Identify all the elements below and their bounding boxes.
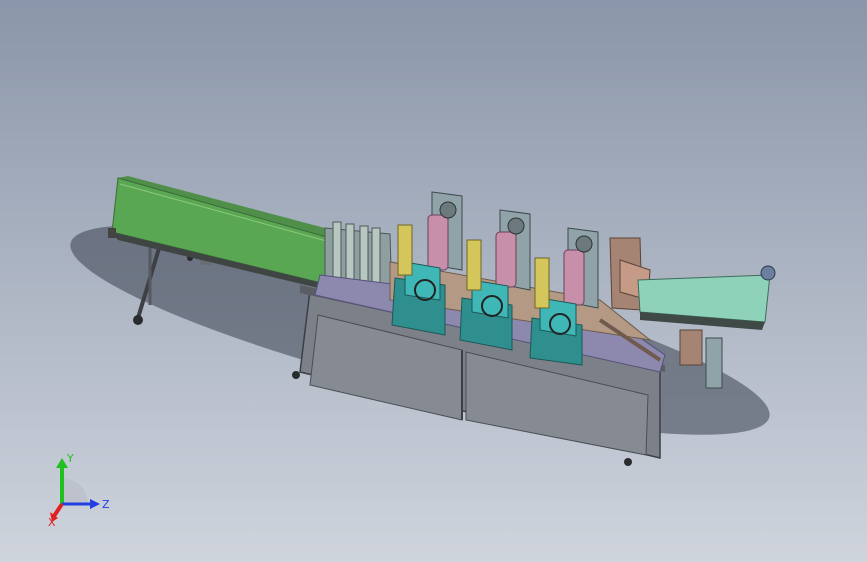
z-axis-arrowhead <box>90 499 100 509</box>
y-axis-label: Y <box>66 452 74 465</box>
x-axis-line <box>52 502 64 518</box>
machine-model[interactable] <box>0 0 867 562</box>
cad-viewport[interactable]: Y Z X <box>0 0 867 562</box>
z-axis-label: Z <box>102 498 110 511</box>
outfeed-conveyor[interactable] <box>637 265 776 330</box>
coordinate-triad[interactable]: Y Z X <box>40 448 120 528</box>
triad-plane <box>62 478 88 504</box>
x-axis-label: X <box>48 516 56 528</box>
